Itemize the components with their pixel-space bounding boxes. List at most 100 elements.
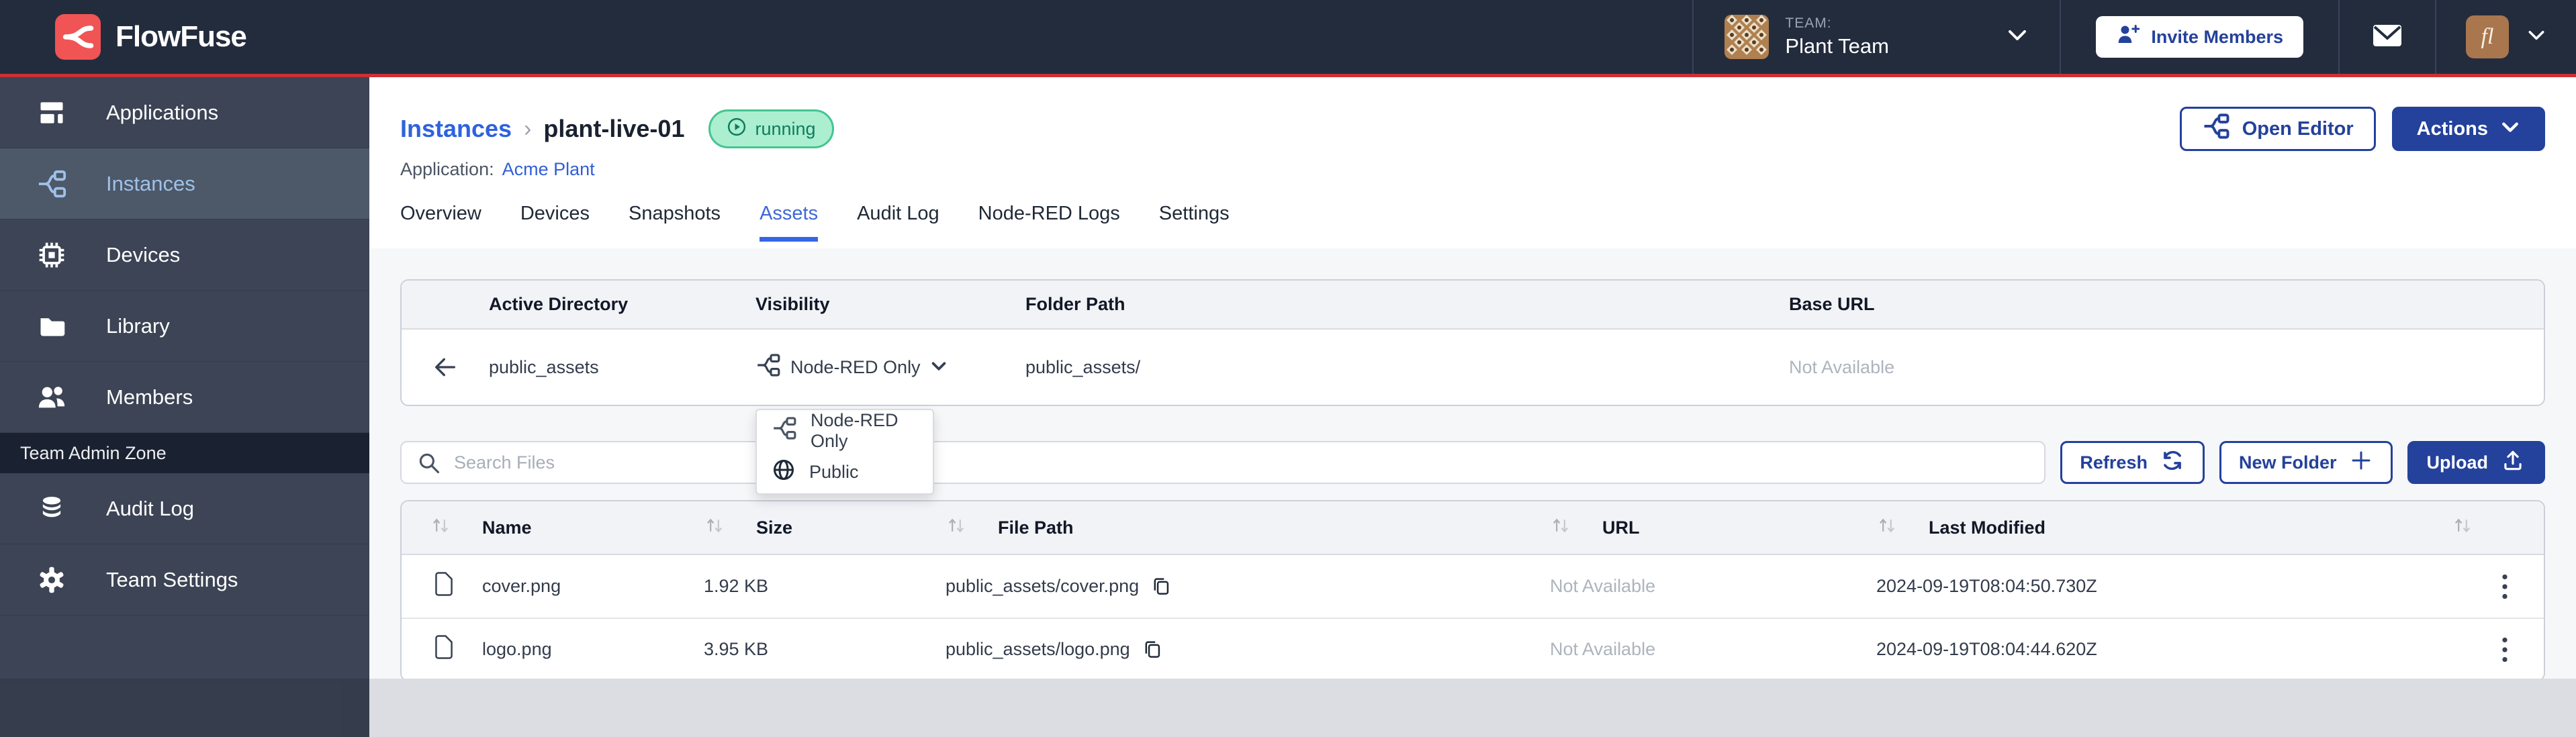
sidebar: Applications Instances Devices Library M…	[0, 77, 369, 737]
copy-icon[interactable]	[1141, 638, 1164, 661]
breadcrumb-separator: ›	[524, 116, 531, 142]
dropdown-option-label: Node-RED Only	[811, 410, 918, 452]
page-head: Instances › plant-live-01 running O	[369, 77, 2576, 248]
tab-devices[interactable]: Devices	[520, 203, 590, 242]
notifications-button[interactable]	[2340, 0, 2435, 74]
dropdown-option-node-red-only[interactable]: Node-RED Only	[757, 410, 933, 452]
chevron-down-icon	[930, 357, 948, 378]
tab-node-red-logs[interactable]: Node-RED Logs	[978, 203, 1120, 242]
row-actions-cell	[2452, 573, 2544, 600]
copy-icon[interactable]	[1150, 575, 1172, 598]
envelope-icon	[2372, 22, 2403, 52]
globe-icon	[772, 458, 796, 487]
team-selector[interactable]: TEAM: Plant Team	[1694, 0, 2060, 74]
status-badge-label: running	[755, 119, 815, 140]
flowfuse-app: FlowFuse	[0, 0, 2576, 737]
sidebar-item-library[interactable]: Library	[0, 291, 369, 362]
breadcrumb-instances-link[interactable]: Instances	[400, 115, 512, 143]
tab-overview[interactable]: Overview	[400, 203, 481, 242]
flowfuse-logo[interactable]: FlowFuse	[0, 14, 246, 60]
tab-assets[interactable]: Assets	[760, 203, 818, 242]
file-path-cell: public_assets/logo.png	[946, 638, 1550, 661]
file-url: Not Available	[1550, 576, 1876, 597]
new-folder-button[interactable]: New Folder	[2219, 441, 2393, 484]
dropdown-option-public[interactable]: Public	[757, 452, 933, 493]
row-actions-cell	[2452, 636, 2544, 663]
files-table-card: Name Size File Path URL	[400, 500, 2545, 681]
sort-icon[interactable]	[2452, 515, 2473, 541]
chip-icon	[36, 240, 67, 271]
user-menu[interactable]: fl	[2436, 0, 2576, 74]
kebab-menu-icon[interactable]	[2501, 636, 2509, 663]
sidebar-item-instances[interactable]: Instances	[0, 148, 369, 219]
file-path: public_assets/logo.png	[946, 639, 1130, 660]
kebab-menu-icon[interactable]	[2501, 573, 2509, 600]
gear-icon	[36, 564, 67, 595]
tab-audit-log[interactable]: Audit Log	[857, 203, 939, 242]
file-url: Not Available	[1550, 639, 1876, 660]
file-last-modified: 2024-09-19T08:04:44.620Z	[1876, 639, 2452, 660]
database-icon	[36, 493, 67, 524]
sort-icon[interactable]	[704, 515, 725, 541]
col-url: URL	[1550, 515, 1876, 541]
sort-icon[interactable]	[1550, 515, 1571, 541]
active-directory-card: Active Directory Visibility Folder Path …	[400, 279, 2545, 406]
sort-icon[interactable]	[1876, 515, 1898, 541]
file-size: 3.95 KB	[704, 639, 946, 660]
actions-button[interactable]: Actions	[2392, 107, 2545, 151]
sidebar-item-label: Library	[106, 314, 170, 338]
invite-members-label: Invite Members	[2151, 27, 2283, 48]
file-name: logo.png	[482, 639, 552, 660]
team-label: TEAM:	[1785, 15, 1889, 32]
visibility-dropdown: Node-RED Only Public	[755, 409, 934, 495]
sort-icon[interactable]	[430, 515, 451, 541]
sidebar-item-label: Applications	[106, 101, 218, 125]
upload-button[interactable]: Upload	[2407, 441, 2546, 484]
sort-icon[interactable]	[946, 515, 967, 541]
file-name: cover.png	[482, 576, 561, 597]
product-name: FlowFuse	[116, 20, 246, 54]
refresh-button[interactable]: Refresh	[2060, 441, 2205, 484]
directory-base-url: Not Available	[1789, 357, 2544, 378]
sidebar-item-applications[interactable]: Applications	[0, 77, 369, 148]
application-label: Application:	[400, 159, 494, 180]
sidebar-item-members[interactable]: Members	[0, 362, 369, 433]
table-row: cover.png 1.92 KB public_assets/cover.pn…	[402, 555, 2544, 618]
invite-wrap: Invite Members	[2061, 0, 2338, 74]
breadcrumb: Instances › plant-live-01	[400, 115, 684, 143]
sidebar-item-label: Instances	[106, 172, 195, 196]
open-editor-label: Open Editor	[2242, 118, 2354, 140]
invite-members-button[interactable]: Invite Members	[2096, 16, 2303, 58]
tab-snapshots[interactable]: Snapshots	[629, 203, 721, 242]
header-right: TEAM: Plant Team Invite Members	[1692, 0, 2576, 74]
sidebar-item-label: Members	[106, 385, 193, 409]
sidebar-item-devices[interactable]: Devices	[0, 219, 369, 291]
chevron-down-icon	[2006, 28, 2029, 47]
col-name: Name	[402, 515, 704, 541]
team-admin-zone-label: Team Admin Zone	[0, 433, 369, 473]
visibility-select[interactable]: Node-RED Only Node-RED Only	[755, 352, 1025, 383]
sidebar-item-team-settings[interactable]: Team Settings	[0, 544, 369, 616]
upload-label: Upload	[2427, 452, 2489, 473]
col-actions	[2452, 515, 2544, 541]
tab-settings[interactable]: Settings	[1159, 203, 1230, 242]
actions-label: Actions	[2417, 118, 2488, 140]
back-arrow-icon[interactable]	[402, 354, 489, 381]
folder-icon	[36, 311, 67, 342]
open-editor-button[interactable]: Open Editor	[2180, 107, 2376, 151]
upload-icon	[2500, 448, 2526, 478]
flowfuse-logo-icon	[55, 14, 101, 60]
application-line: Application: Acme Plant	[400, 159, 2545, 180]
visibility-value: Node-RED Only	[790, 357, 921, 378]
search-icon	[416, 450, 442, 479]
top-header: FlowFuse	[0, 0, 2576, 77]
directory-row: public_assets Node-RED Only	[402, 330, 2544, 405]
status-badge: running	[708, 109, 833, 148]
file-last-modified: 2024-09-19T08:04:50.730Z	[1876, 576, 2452, 597]
application-link[interactable]: Acme Plant	[502, 159, 595, 180]
files-table-header: Name Size File Path URL	[402, 501, 2544, 555]
search-files-input[interactable]	[400, 441, 2045, 484]
sidebar-item-audit-log[interactable]: Audit Log	[0, 473, 369, 544]
user-avatar: fl	[2466, 15, 2509, 58]
node-red-icon	[2202, 112, 2230, 146]
